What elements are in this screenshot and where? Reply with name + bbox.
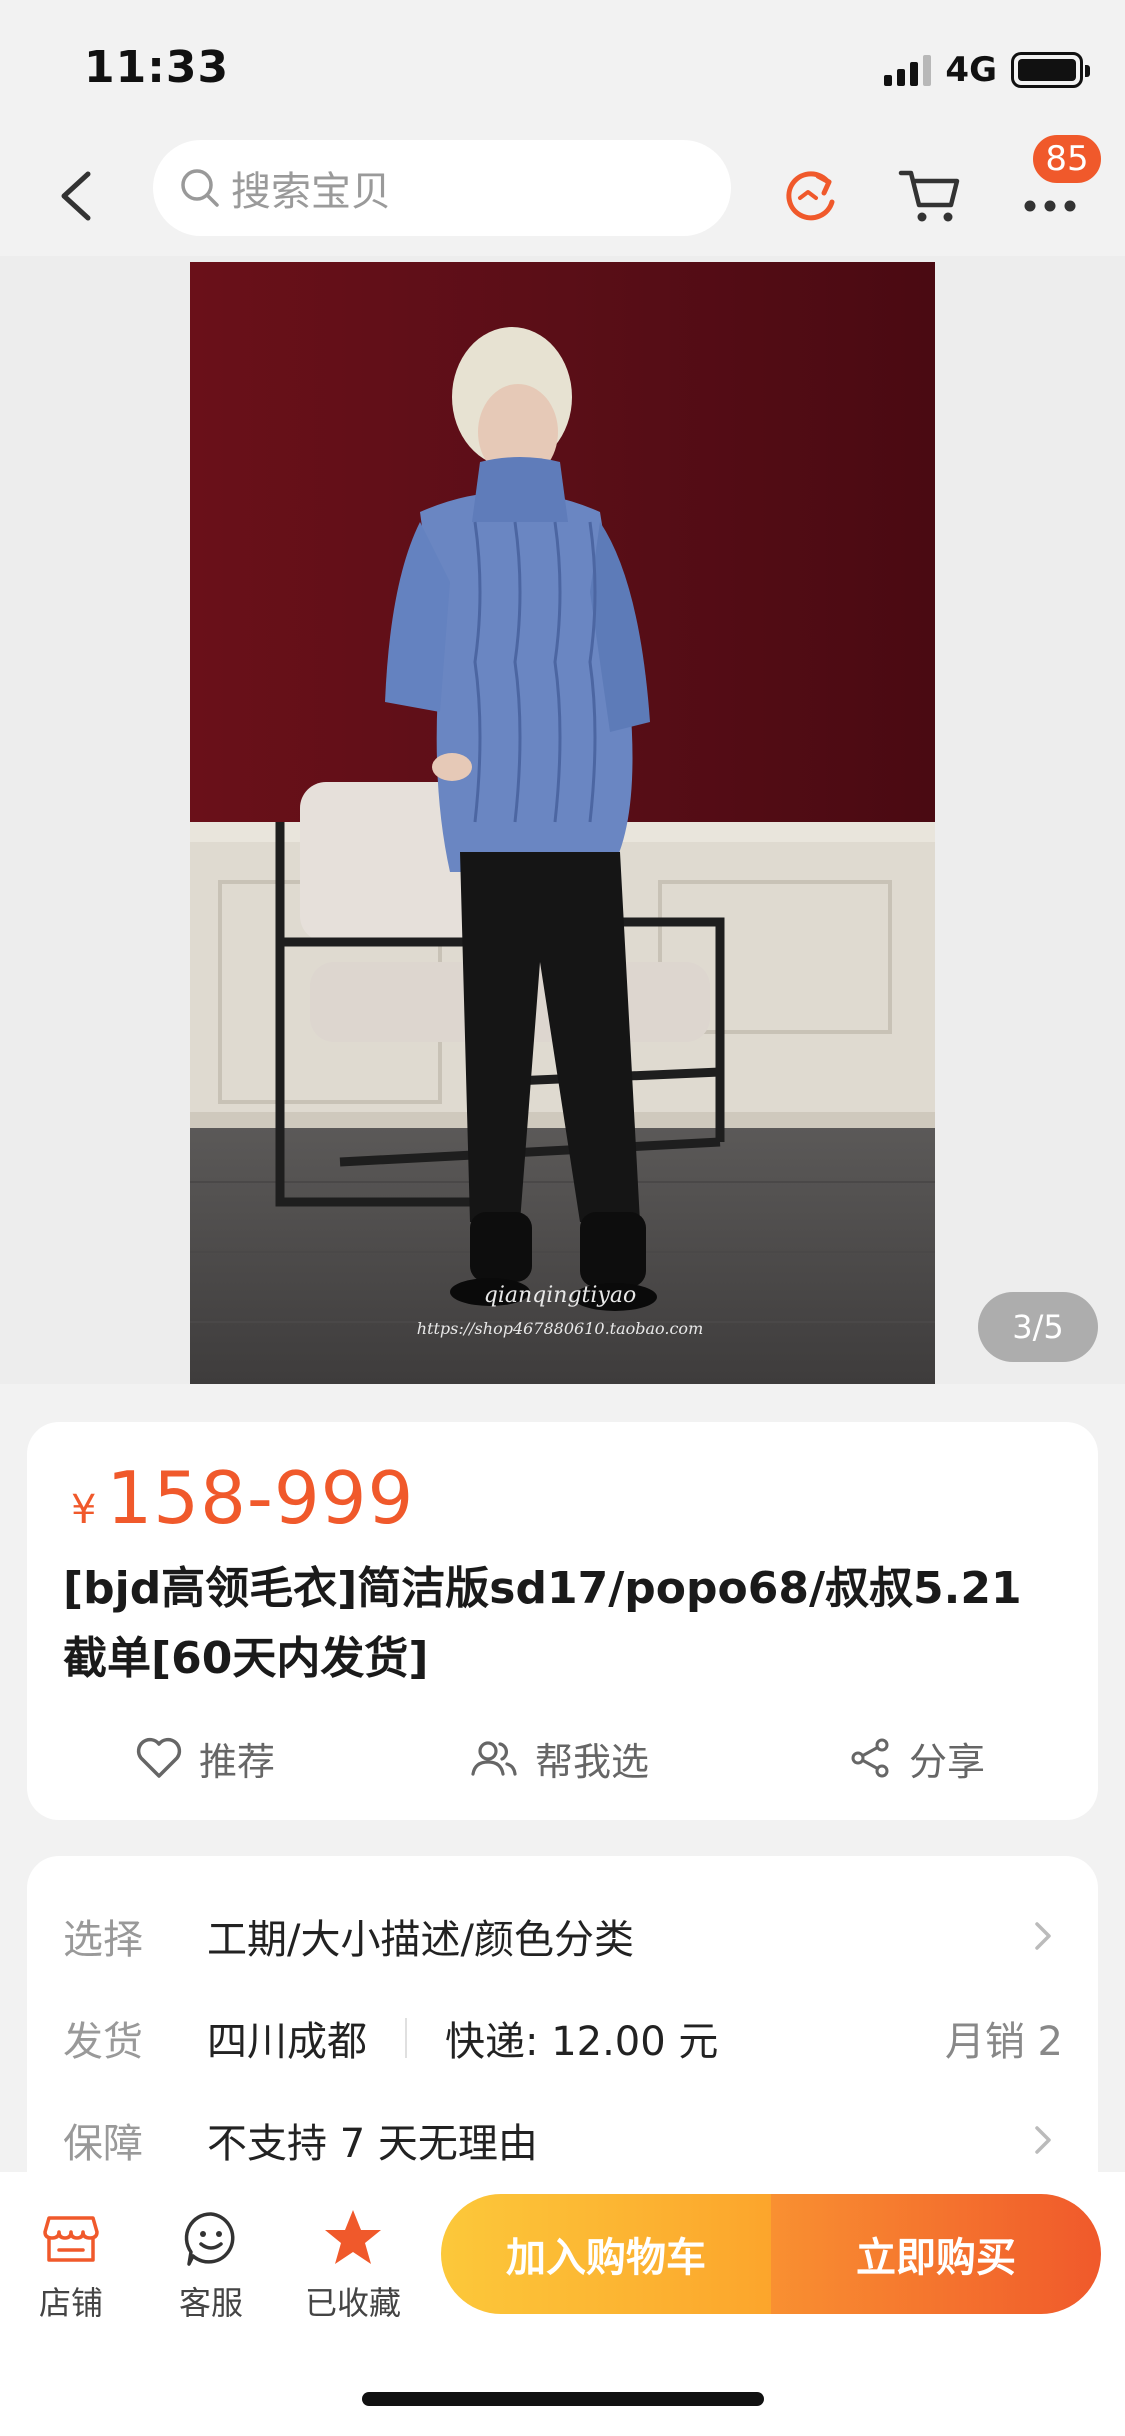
favorite-label: 已收藏 <box>304 2284 401 2322</box>
monthly-sales: 月销 2 <box>944 2019 1063 2065</box>
search-input[interactable]: 搜索宝贝 <box>153 140 731 236</box>
refresh-arrow-icon <box>786 171 835 221</box>
chevron-left-icon <box>61 171 91 221</box>
search-icon <box>181 169 219 207</box>
customer-service-label: 客服 <box>178 2284 243 2322</box>
product-price: 158-999 <box>106 1456 415 1540</box>
cart-icon <box>898 170 960 222</box>
status-indicators: 4G <box>884 48 1090 92</box>
guarantee-label: 保障 <box>63 2121 143 2167</box>
customer-service-button[interactable]: 客服 <box>156 2206 266 2324</box>
favorite-button[interactable]: 已收藏 <box>298 2206 408 2324</box>
product-photo-image: qianqingtiyao https://shop467880610.taob… <box>190 262 935 1384</box>
status-bar: 11:33 4G <box>0 0 1125 132</box>
product-actions: 推荐 帮我选 分享 <box>27 1722 1098 1794</box>
product-gallery[interactable]: qianqingtiyao https://shop467880610.taob… <box>0 256 1125 1384</box>
store-icon <box>43 2216 99 2262</box>
star-icon <box>325 2210 381 2264</box>
spec-row-shipping: 发货 四川成都 快递: 12.00 元 月销 2 <box>63 2002 1063 2074</box>
select-label: 选择 <box>63 1917 143 1963</box>
ship-from: 四川成都 <box>207 2019 367 2065</box>
add-to-cart-button[interactable]: 加入购物车 <box>441 2194 771 2314</box>
store-button[interactable]: 店铺 <box>16 2206 126 2324</box>
share-icon <box>851 1738 889 1778</box>
chevron-right-icon <box>1035 2126 1051 2154</box>
photo-watermark-url: https://shop467880610.taobao.com <box>417 1319 703 1338</box>
spec-row-select[interactable]: 选择 工期/大小描述/颜色分类 <box>63 1900 1063 1972</box>
guarantee-value: 不支持 7 天无理由 <box>207 2121 538 2167</box>
users-icon <box>471 1741 517 1776</box>
recommend-button[interactable]: 推荐 <box>135 1722 275 1794</box>
store-label: 店铺 <box>38 2284 103 2322</box>
customer-service-icon <box>184 2212 235 2266</box>
price-row: ¥ 158-999 <box>71 1456 414 1540</box>
buy-now-button[interactable]: 立即购买 <box>771 2194 1101 2314</box>
cellular-signal-icon <box>884 54 932 86</box>
purchase-buttons: 加入购物车 立即购买 <box>441 2194 1101 2314</box>
product-info-card: ¥ 158-999 [bjd高领毛衣]简洁版sd17/popo68/叔叔5.21… <box>27 1422 1098 1820</box>
ship-fee: 快递: 12.00 元 <box>445 2019 719 2065</box>
help-choose-button[interactable]: 帮我选 <box>469 1722 649 1794</box>
select-value: 工期/大小描述/颜色分类 <box>207 1917 634 1963</box>
share-button[interactable]: 分享 <box>849 1722 985 1794</box>
chevron-right-icon <box>1035 1922 1051 1950</box>
share-label: 分享 <box>909 1739 986 1784</box>
search-placeholder: 搜索宝贝 <box>231 169 391 215</box>
back-button[interactable] <box>48 160 108 232</box>
refresh-button[interactable] <box>772 156 848 232</box>
network-type: 4G <box>945 50 997 90</box>
nav-bar: 搜索宝贝 85 <box>0 132 1125 256</box>
product-detail-screen: 11:33 4G 搜索宝贝 85 qianqingtiyao https://s… <box>0 0 1125 2436</box>
status-time: 11:33 <box>84 42 230 93</box>
cart-button[interactable] <box>892 156 968 232</box>
spec-divider <box>405 2018 407 2058</box>
spec-row-guarantee[interactable]: 保障 不支持 7 天无理由 <box>63 2104 1063 2176</box>
recommend-label: 推荐 <box>199 1739 276 1784</box>
photo-watermark-name: qianqingtiyao <box>484 1283 636 1308</box>
product-photo: qianqingtiyao https://shop467880610.taob… <box>190 262 935 1384</box>
help-choose-label: 帮我选 <box>535 1739 650 1784</box>
gallery-page-indicator: 3/5 <box>978 1292 1098 1362</box>
home-indicator[interactable] <box>362 2392 764 2406</box>
product-title: [bjd高领毛衣]简洁版sd17/popo68/叔叔5.21截单[60天内发货] <box>63 1563 1022 1684</box>
currency-symbol: ¥ <box>71 1487 97 1533</box>
shipping-label: 发货 <box>63 2019 143 2065</box>
message-count-badge: 85 <box>1030 132 1104 186</box>
heart-icon <box>136 1737 182 1778</box>
battery-icon <box>1011 52 1090 88</box>
